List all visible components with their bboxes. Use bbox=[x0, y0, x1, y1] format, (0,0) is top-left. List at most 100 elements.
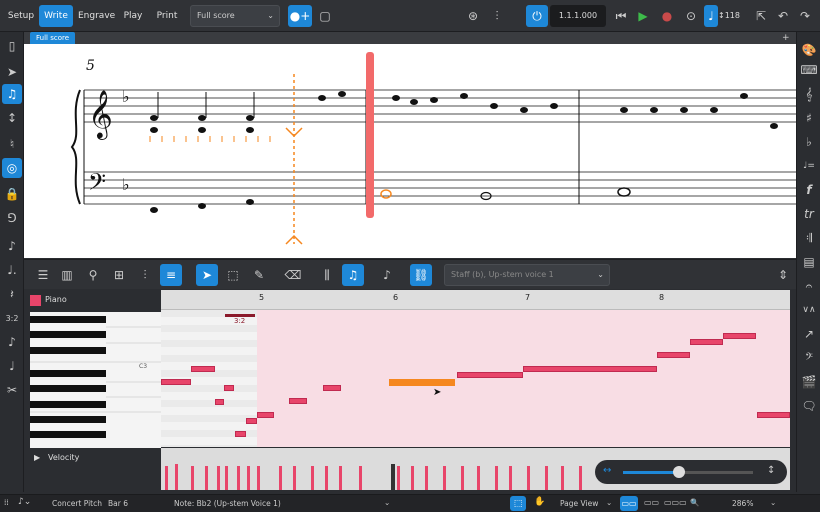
scissors-icon[interactable]: ✂ bbox=[2, 380, 22, 400]
midi-note[interactable] bbox=[246, 418, 257, 424]
mode-play[interactable]: Play bbox=[120, 5, 146, 27]
galley-icon[interactable]: ▭▭▭ bbox=[664, 498, 687, 507]
export-icon[interactable]: ⇱ bbox=[750, 5, 772, 27]
mode-setup[interactable]: Setup bbox=[6, 5, 36, 27]
midi-note[interactable] bbox=[690, 339, 723, 345]
key-sig-icon[interactable]: ♯ bbox=[799, 108, 819, 128]
dynamics-icon[interactable]: f bbox=[799, 180, 819, 200]
midi-note[interactable] bbox=[161, 379, 191, 385]
guitar-icon[interactable]: ⚲ bbox=[82, 264, 104, 286]
midi-note[interactable] bbox=[191, 366, 215, 372]
mode-write[interactable]: Write bbox=[39, 5, 73, 27]
ornament-icon[interactable]: tr bbox=[799, 204, 819, 224]
selected-note[interactable] bbox=[381, 190, 391, 198]
pages-icon[interactable]: ▭▭ bbox=[644, 498, 659, 507]
time-sig-icon[interactable]: ♩= bbox=[799, 156, 819, 176]
tie-icon[interactable]: ♩ bbox=[2, 356, 22, 376]
score-view[interactable]: 5 𝄞 𝄢 ♭ ♭ bbox=[24, 44, 796, 258]
zoom-slider-handle[interactable] bbox=[673, 466, 685, 478]
add-tab-icon[interactable]: + bbox=[782, 33, 792, 43]
clef-icon[interactable]: 𝄞 bbox=[799, 84, 819, 104]
bars-icon[interactable]: ▤ bbox=[799, 252, 819, 272]
mode-engrave[interactable]: Engrave bbox=[78, 5, 114, 27]
keyboard-icon[interactable]: ⌨ bbox=[799, 60, 819, 80]
selection-tool-icon[interactable]: ⬚ bbox=[510, 496, 526, 511]
window-icon[interactable]: ▢ bbox=[314, 5, 336, 27]
redo-icon[interactable]: ↷ bbox=[794, 5, 816, 27]
zoom-level[interactable]: 286% bbox=[732, 499, 753, 508]
chevron-down-icon[interactable]: ⌄ bbox=[606, 498, 612, 507]
concert-pitch[interactable]: Concert Pitch bbox=[52, 499, 102, 508]
accidental-icon[interactable]: ♭ bbox=[799, 132, 819, 152]
eraser-icon[interactable]: ⌫ bbox=[282, 264, 304, 286]
voice-icon[interactable]: ⅁ bbox=[2, 208, 22, 228]
ear-icon[interactable]: 𝄢 bbox=[799, 348, 819, 368]
piano-roll[interactable]: 5 6 7 8 3:2 ➤ bbox=[161, 290, 790, 447]
view-select[interactable]: Page View bbox=[560, 499, 598, 508]
insert-icon[interactable]: ↕ bbox=[2, 108, 22, 128]
midi-note[interactable] bbox=[224, 385, 234, 391]
video-icon[interactable]: ⊛ bbox=[462, 5, 484, 27]
layout-select[interactable]: Full score⌄ bbox=[190, 5, 280, 27]
comment-icon[interactable]: 🗨 bbox=[799, 396, 819, 416]
selected-midi-note[interactable] bbox=[389, 379, 455, 386]
tab-full-score[interactable]: Full score bbox=[30, 32, 75, 44]
power-icon[interactable]: ⏻ bbox=[526, 5, 548, 27]
midi-note[interactable] bbox=[757, 412, 790, 418]
record-icon[interactable]: ● bbox=[656, 5, 678, 27]
midi-note[interactable] bbox=[235, 431, 246, 437]
chevron-down-icon[interactable]: ⌄ bbox=[770, 498, 776, 507]
midi-note[interactable] bbox=[215, 399, 224, 405]
midi-note[interactable] bbox=[723, 333, 756, 339]
mode-print[interactable]: Print bbox=[152, 5, 182, 27]
ruler[interactable] bbox=[161, 290, 790, 310]
mixer-icon[interactable]: ⫶ bbox=[486, 5, 508, 27]
splitter-icon[interactable]: ⇕ bbox=[772, 264, 794, 286]
palette-icon[interactable]: 🎨 bbox=[799, 40, 819, 60]
fermata-icon[interactable]: 𝄐 bbox=[799, 276, 819, 296]
caret-icon[interactable]: ◎ bbox=[2, 158, 22, 178]
spread-view-icon[interactable]: ▭▭ bbox=[620, 496, 638, 511]
midi-note[interactable] bbox=[289, 398, 307, 404]
hand-icon[interactable]: ✋ bbox=[534, 497, 545, 507]
line-icon[interactable]: ↗ bbox=[799, 324, 819, 344]
note-icon[interactable]: ♩ bbox=[704, 5, 718, 27]
midi-note[interactable] bbox=[523, 366, 657, 372]
music-note-icon[interactable]: ♫ bbox=[342, 264, 364, 286]
zoom-slider[interactable]: ↔ ↕ bbox=[595, 460, 787, 484]
pencil-icon[interactable]: ✎ bbox=[248, 264, 270, 286]
rewind-icon[interactable]: ⏮ bbox=[610, 5, 632, 27]
chevron-down-icon[interactable]: ⌄ bbox=[384, 498, 390, 507]
midi-note[interactable] bbox=[457, 372, 523, 378]
midi-note[interactable] bbox=[323, 385, 341, 391]
midi-note[interactable] bbox=[657, 352, 690, 358]
list-icon[interactable]: ☰ bbox=[32, 264, 54, 286]
velocity-lane[interactable]: ↔ ↕ bbox=[161, 448, 790, 490]
note-input-icon[interactable]: ♫ bbox=[2, 84, 22, 104]
rest-icon[interactable]: 𝄽 bbox=[2, 284, 22, 304]
panel-toggle-icon[interactable]: ▯ bbox=[2, 36, 22, 56]
articulation-icon[interactable]: ∨∧ bbox=[799, 300, 819, 320]
clapper-icon[interactable]: 🎬 bbox=[799, 372, 819, 392]
slash-icon[interactable]: ♪ bbox=[2, 332, 22, 352]
staff-voice-select[interactable]: Staff (b), Up-stem voice 1⌄ bbox=[444, 264, 610, 286]
expand-icon[interactable]: ▶ bbox=[34, 453, 40, 462]
piano-icon[interactable]: ▥ bbox=[56, 264, 78, 286]
midi-note[interactable] bbox=[257, 412, 274, 418]
grid-icon[interactable]: ⊞ bbox=[108, 264, 130, 286]
piano-keyboard[interactable] bbox=[30, 312, 161, 448]
tempo-track-icon[interactable]: ♪ bbox=[376, 264, 398, 286]
faders-icon[interactable]: ⫶ bbox=[134, 264, 156, 286]
zoom-out-icon[interactable]: 🔍 bbox=[690, 498, 699, 507]
playhead[interactable] bbox=[366, 52, 374, 218]
lock-icon[interactable]: 🔒 bbox=[2, 184, 22, 204]
pointer-icon[interactable]: ➤ bbox=[196, 264, 218, 286]
play-icon[interactable]: ▶ bbox=[632, 5, 654, 27]
marquee-icon[interactable]: ⬚ bbox=[222, 264, 244, 286]
link-icon[interactable]: ⛓ bbox=[410, 264, 432, 286]
repeat-icon[interactable]: 𝄇 bbox=[799, 228, 819, 248]
select-icon[interactable]: ➤ bbox=[2, 62, 22, 82]
grace-icon[interactable]: ♪ bbox=[2, 236, 22, 256]
tuplet-icon[interactable]: 3:2 bbox=[2, 308, 22, 328]
hub-icon[interactable]: ●+ bbox=[288, 5, 312, 27]
